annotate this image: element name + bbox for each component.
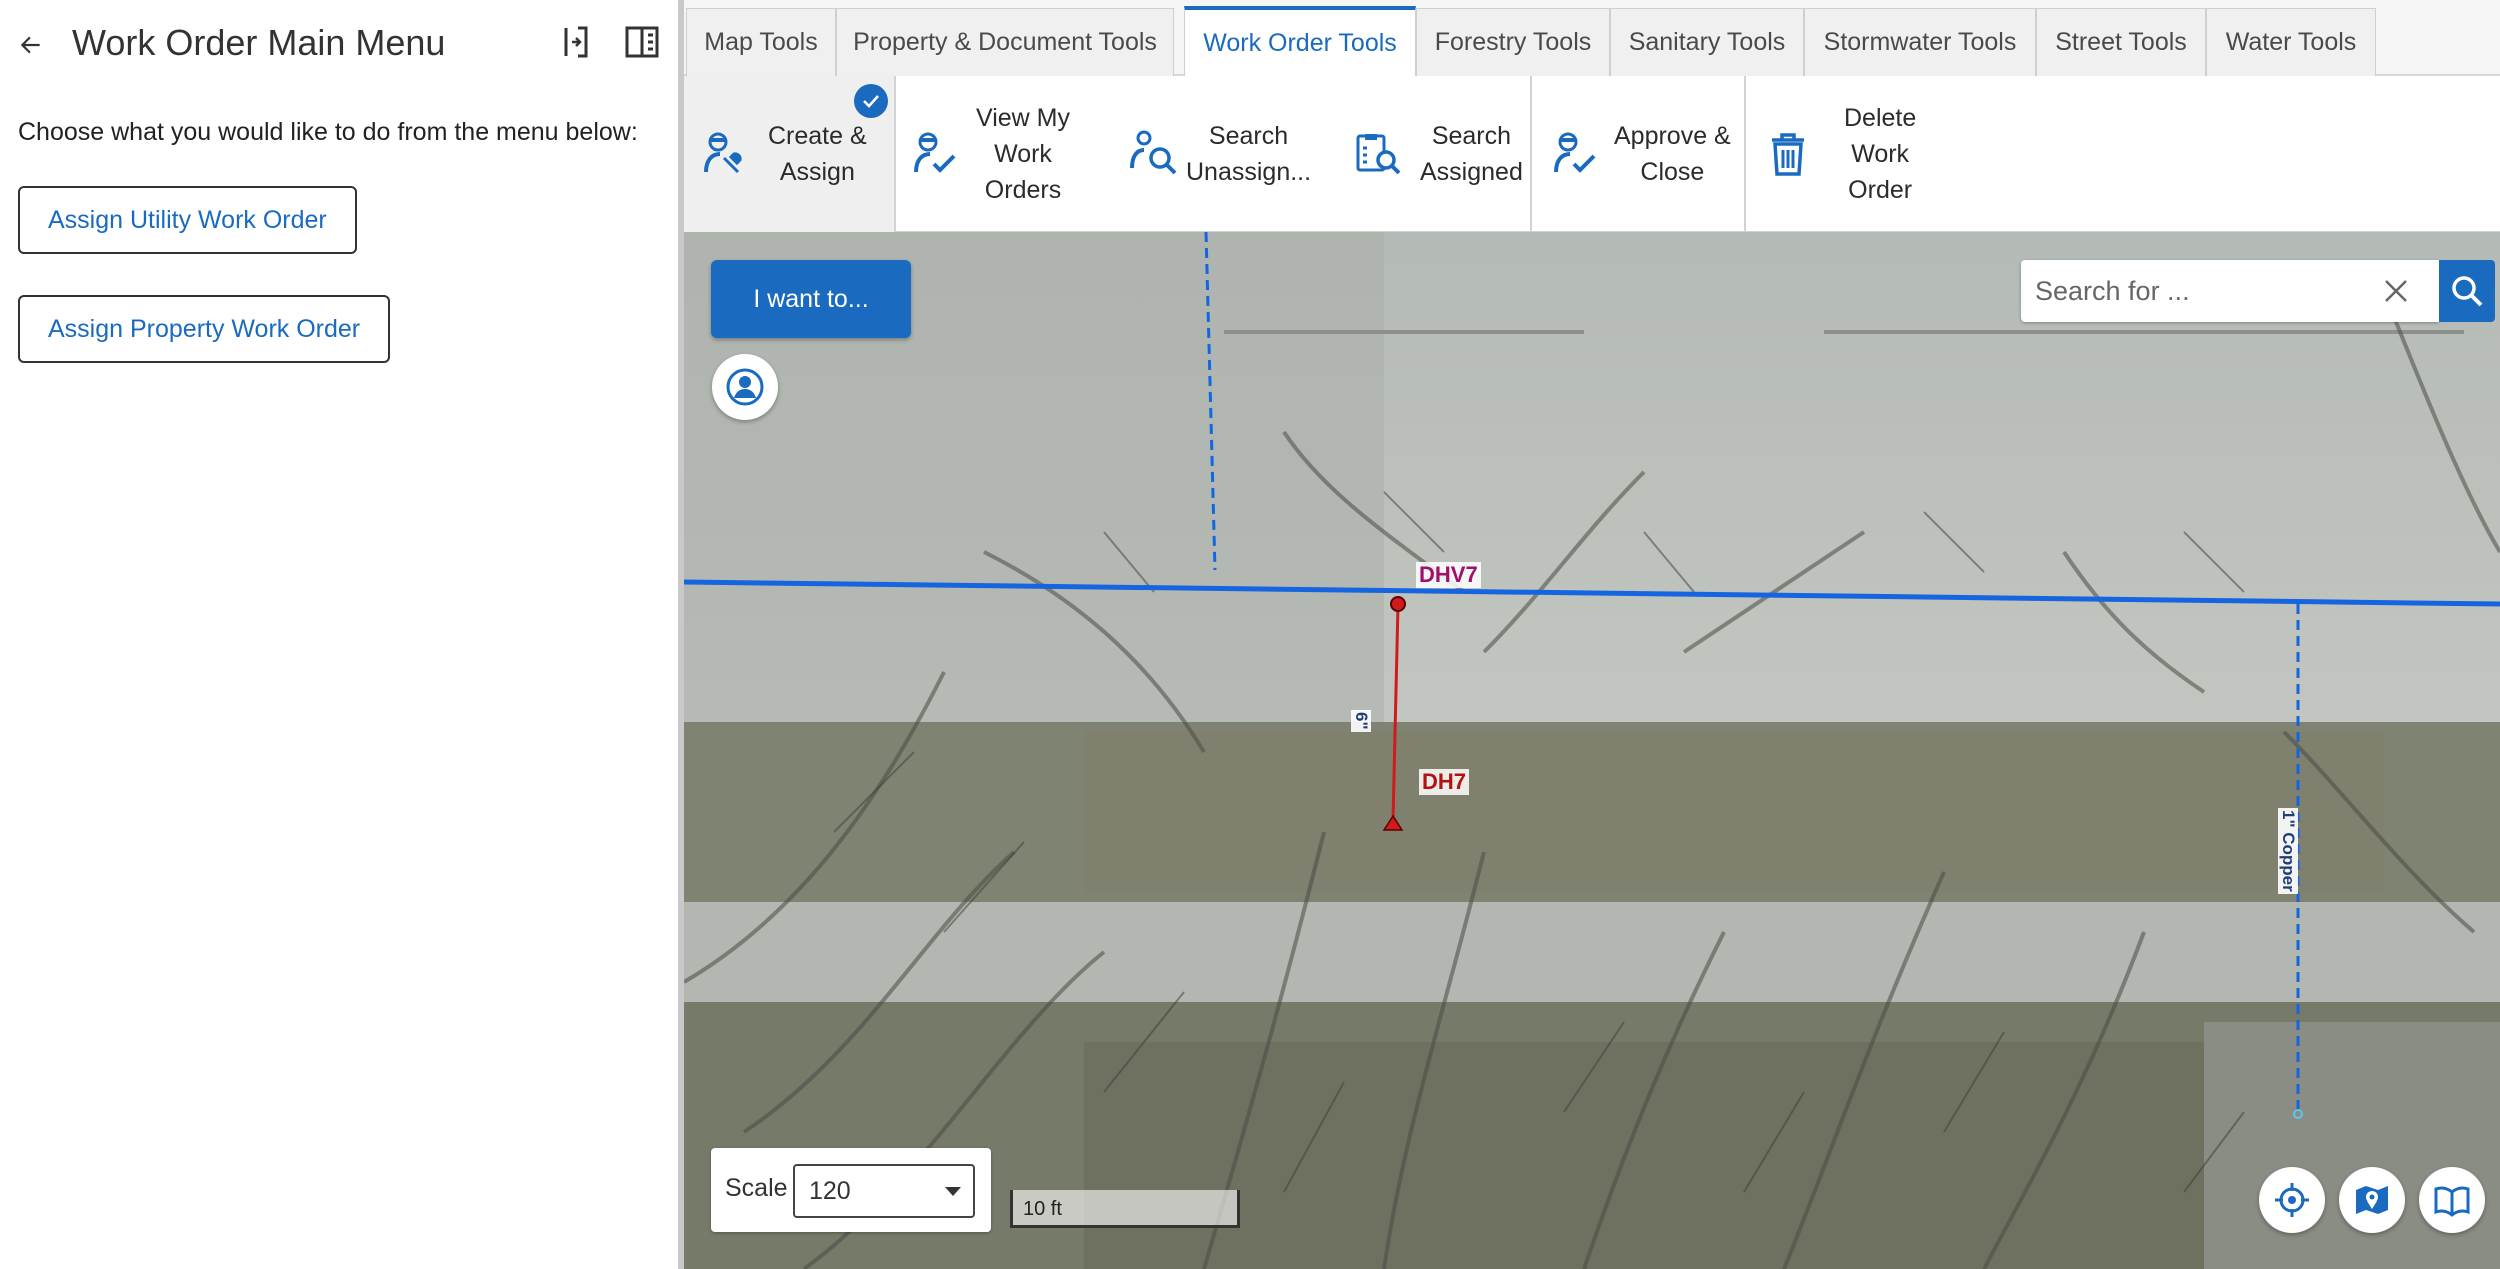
user-account-button[interactable] — [712, 354, 778, 420]
panel-title: Work Order Main Menu — [72, 22, 446, 63]
ribbon-separator — [1744, 76, 1746, 232]
panel-instruction: Choose what you would like to do from th… — [18, 118, 638, 146]
approve-close-button[interactable]: Approve & Close — [1540, 76, 1750, 232]
tab-map-tools[interactable]: Map Tools — [686, 8, 836, 76]
scale-bar-text: 10 ft — [1023, 1198, 1062, 1220]
scale-widget: Scale 120 — [711, 1148, 991, 1232]
close-icon[interactable] — [2379, 274, 2413, 308]
map-layers-button[interactable] — [2339, 1167, 2405, 1233]
collapse-panel-icon[interactable] — [558, 24, 594, 60]
map-view[interactable]: DHV7 DH7 6" 1" Copper I want to... Scale… — [684, 232, 2500, 1269]
search-box — [2021, 260, 2439, 322]
ribbon-separator — [894, 76, 896, 232]
search-unassigned-button[interactable]: Search Unassign... — [1124, 76, 1344, 232]
search-assigned-label: Search Assigned — [1420, 122, 1523, 186]
tab-property-document-tools[interactable]: Property & Document Tools — [836, 8, 1174, 76]
ribbon-separator — [1530, 76, 1532, 232]
service-line-label: 1" Copper — [2278, 808, 2298, 894]
assign-property-work-order-button[interactable]: Assign Property Work Order — [18, 295, 391, 363]
tab-street-tools[interactable]: Street Tools — [2036, 8, 2206, 76]
worker-search-icon — [1130, 130, 1177, 175]
crosshair-icon — [2275, 1183, 2309, 1217]
search-icon — [2452, 276, 2483, 307]
assign-utility-work-order-button[interactable]: Assign Utility Work Order — [18, 186, 357, 254]
bookmarks-button[interactable] — [2419, 1167, 2485, 1233]
tab-water-tools[interactable]: Water Tools — [2206, 8, 2376, 76]
clipboard-search-icon — [1356, 134, 1401, 175]
user-circle-icon — [726, 368, 764, 406]
worker-wrench-icon — [704, 132, 742, 174]
create-assign-label: Create & Assign — [768, 122, 867, 186]
tab-stormwater-tools[interactable]: Stormwater Tools — [1804, 8, 2036, 76]
work-order-panel: Work Order Main Menu Choose what you wou… — [0, 0, 678, 1269]
work-order-ribbon: Create & Assign View My Work Orders Sear… — [684, 76, 2500, 232]
create-assign-button[interactable]: Create & Assign — [684, 76, 894, 232]
tab-sanitary-tools[interactable]: Sanitary Tools — [1610, 8, 1804, 76]
tab-work-order-tools[interactable]: Work Order Tools — [1184, 6, 1416, 76]
check-icon — [854, 84, 888, 118]
search-unassigned-label: Search Unassign... — [1186, 122, 1312, 186]
scale-select[interactable]: 120 — [793, 1164, 975, 1218]
search-input[interactable] — [2021, 260, 2361, 322]
delete-work-order-label: Delete Work Order — [1844, 104, 1917, 204]
search-assigned-button[interactable]: Search Assigned — [1344, 76, 1544, 232]
tool-tabs: Map Tools Property & Document Tools Work… — [684, 0, 2500, 76]
arrow-left-icon — [20, 36, 40, 54]
worker-check-icon — [914, 132, 956, 173]
locate-button[interactable] — [2259, 1167, 2325, 1233]
view-my-work-orders-label: View My Work Orders — [976, 104, 1071, 204]
view-my-work-orders-button[interactable]: View My Work Orders — [904, 76, 1124, 232]
panel-header: Work Order Main Menu — [0, 0, 678, 90]
trash-icon — [1772, 133, 1804, 176]
tab-forestry-tools[interactable]: Forestry Tools — [1416, 8, 1610, 76]
aerial-imagery — [684, 232, 2500, 1269]
chevron-down-icon — [945, 1187, 961, 1196]
expand-panel-icon[interactable] — [624, 24, 660, 60]
i-want-to-button[interactable]: I want to... — [711, 260, 911, 338]
back-button[interactable] — [12, 26, 50, 64]
worker-approve-icon — [1554, 132, 1596, 173]
scale-label: Scale — [725, 1174, 788, 1202]
search-button[interactable] — [2439, 260, 2495, 322]
pipe-size-label: 6" — [1351, 710, 1371, 732]
valve-label: DHV7 — [1416, 562, 1481, 588]
hydrant-label: DH7 — [1419, 769, 1470, 795]
approve-close-label: Approve & Close — [1614, 122, 1731, 186]
map-pin-icon — [2356, 1186, 2388, 1214]
scale-value: 120 — [809, 1176, 851, 1205]
delete-work-order-button[interactable]: Delete Work Order — [1754, 76, 1974, 232]
book-open-icon — [2434, 1186, 2470, 1217]
scale-bar: 10 ft — [1010, 1190, 1240, 1228]
